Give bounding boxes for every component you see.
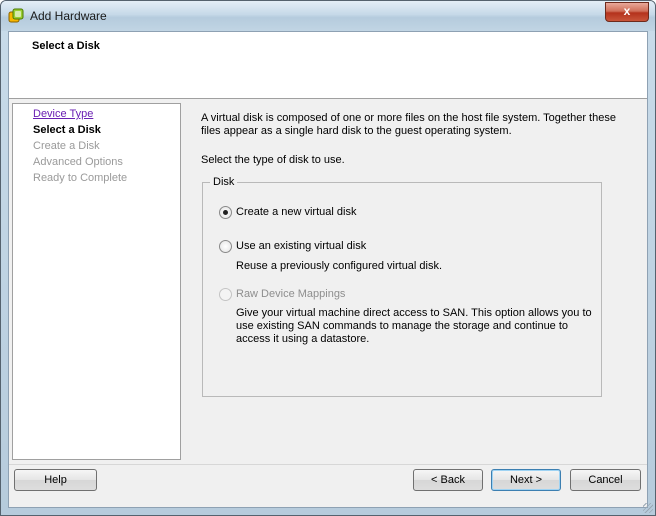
step-ready-to-complete: Ready to Complete [33, 172, 128, 184]
step-create-a-disk: Create a Disk [33, 140, 100, 152]
help-button-label: Help [44, 474, 67, 486]
disk-groupbox: Disk Create a new virtual disk Use an ex… [202, 176, 602, 397]
wizard-header: Select a Disk [9, 32, 647, 99]
title-bar[interactable]: Add Hardware x [1, 1, 655, 31]
wizard-content: A virtual disk is composed of one or mor… [185, 99, 647, 459]
wizard-steps-nav: Device Type Select a Disk Create a Disk … [12, 103, 181, 460]
disk-type-prompt: Select the type of disk to use. [201, 154, 345, 166]
raw-device-mappings-radio [219, 288, 232, 301]
resize-grip-icon[interactable] [643, 503, 653, 513]
raw-device-mappings-description: Give your virtual machine direct access … [236, 307, 592, 345]
use-existing-disk-description: Reuse a previously configured virtual di… [236, 260, 443, 272]
disk-group-label: Disk [210, 176, 238, 188]
cancel-button[interactable]: Cancel [570, 469, 641, 491]
close-icon: x [623, 4, 631, 18]
use-existing-disk-radio[interactable] [219, 240, 232, 253]
step-advanced-options: Advanced Options [33, 156, 123, 168]
next-button[interactable]: Next > [491, 469, 561, 491]
step-select-a-disk: Select a Disk [33, 124, 101, 136]
step-device-type[interactable]: Device Type [33, 108, 93, 120]
create-new-disk-label[interactable]: Create a new virtual disk [236, 206, 356, 218]
cancel-button-label: Cancel [588, 474, 623, 486]
vmware-hardware-icon [8, 8, 24, 23]
next-button-label: Next > [509, 474, 543, 486]
window-title: Add Hardware [30, 9, 107, 23]
back-button[interactable]: < Back [413, 469, 483, 491]
close-button[interactable]: x [605, 2, 649, 22]
page-title: Select a Disk [32, 40, 100, 52]
dialog-client: Select a Disk Device Type Select a Disk … [8, 31, 648, 508]
help-button[interactable]: Help [14, 469, 97, 491]
use-existing-disk-label[interactable]: Use an existing virtual disk [236, 240, 366, 252]
disk-description: A virtual disk is composed of one or mor… [201, 112, 616, 137]
add-hardware-window: Add Hardware x Select a Disk Device Type… [0, 0, 656, 516]
raw-device-mappings-label: Raw Device Mappings [236, 288, 346, 300]
create-new-disk-radio[interactable] [219, 206, 232, 219]
back-button-label: < Back [431, 474, 465, 486]
footer-divider [9, 464, 647, 465]
